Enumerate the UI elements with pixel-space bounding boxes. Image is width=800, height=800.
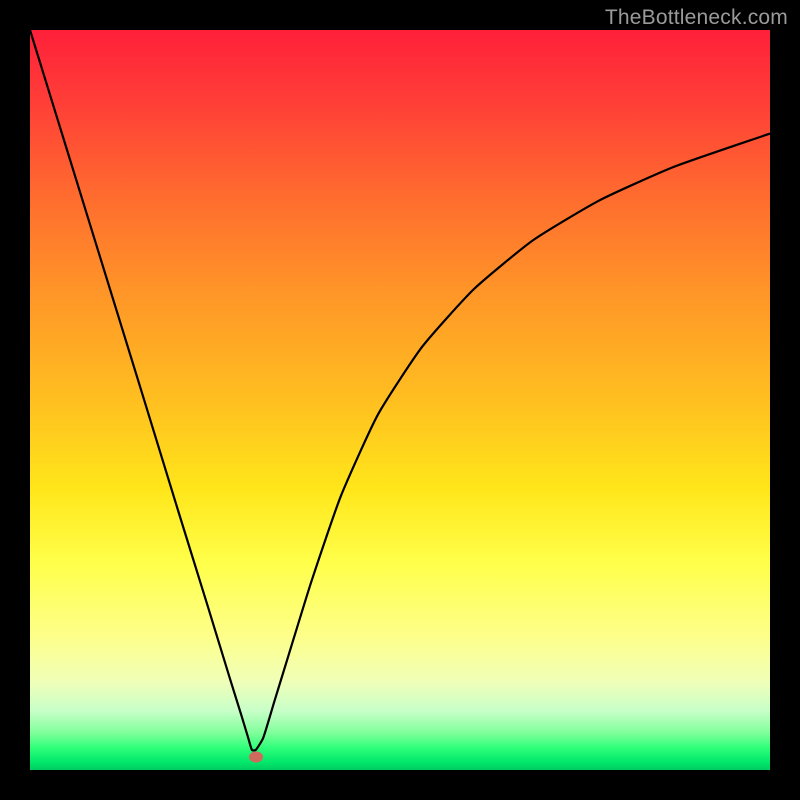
chart-frame: TheBottleneck.com: [0, 0, 800, 800]
watermark-text: TheBottleneck.com: [605, 6, 788, 30]
optimum-marker: [249, 751, 263, 762]
plot-area: [30, 30, 770, 770]
bottleneck-curve: [30, 30, 770, 770]
